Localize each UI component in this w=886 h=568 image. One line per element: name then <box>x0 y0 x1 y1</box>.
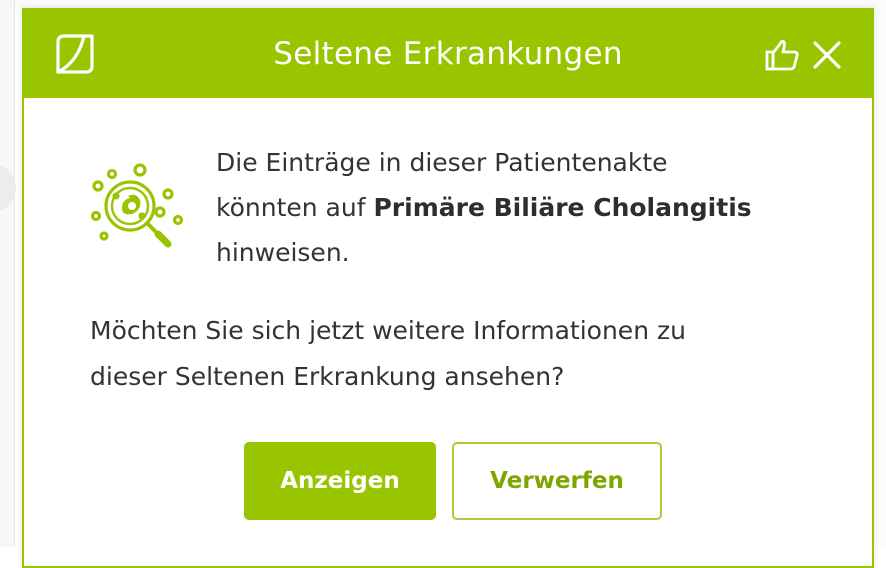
dismiss-button[interactable]: Verwerfen <box>452 442 662 520</box>
rare-disease-magnifier-icon <box>90 163 184 248</box>
question-line-1: Möchten Sie sich jetzt weitere Informati… <box>90 316 686 345</box>
thumbs-up-icon[interactable] <box>764 36 802 74</box>
dialog-header: Seltene Erkrankungen <box>24 10 872 98</box>
message-line-3: hinweisen. <box>216 238 350 267</box>
rare-disease-dialog: Seltene Erkrankungen Die Einträge in die… <box>22 8 874 568</box>
background-left-panel <box>0 0 15 547</box>
show-button[interactable]: Anzeigen <box>244 442 436 520</box>
message-line-1: Die Einträge in dieser Patientenakte <box>216 148 668 177</box>
dialog-title: Seltene Erkrankungen <box>273 36 623 72</box>
message-line-2-prefix: könnten auf <box>216 193 374 222</box>
message-line-2: könnten auf Primäre Biliäre Cholangitis <box>216 185 846 230</box>
background-top-edge <box>0 0 886 8</box>
close-icon[interactable] <box>811 39 843 71</box>
dialog-message: Die Einträge in dieser Patientenakte kön… <box>216 140 846 275</box>
background-right-panel <box>876 0 886 547</box>
dialog-question: Möchten Sie sich jetzt weitere Informati… <box>90 308 850 400</box>
question-line-2: dieser Seltenen Erkrankung ansehen? <box>90 362 565 391</box>
disease-name: Primäre Biliäre Cholangitis <box>373 193 752 222</box>
